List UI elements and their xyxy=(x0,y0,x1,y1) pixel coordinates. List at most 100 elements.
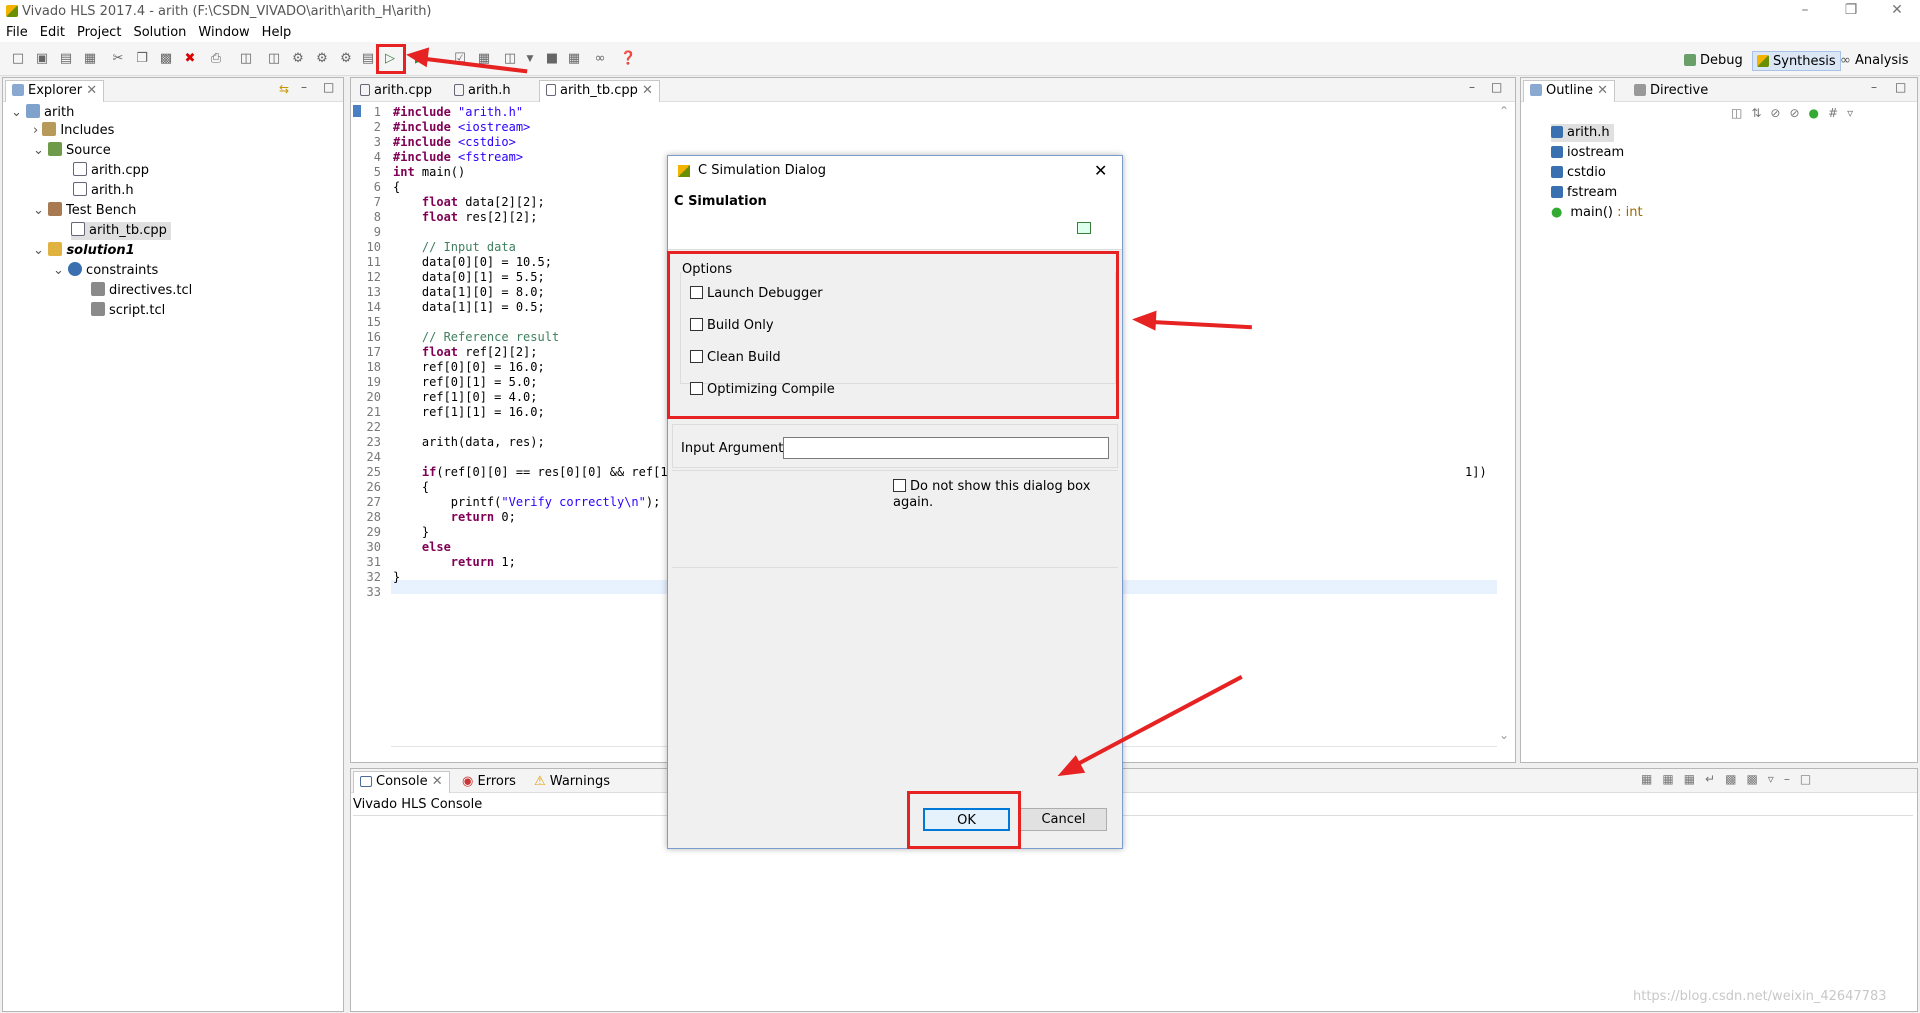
open-report-icon[interactable]: ▤ xyxy=(360,51,376,67)
tree-item-includes[interactable]: › Includes xyxy=(33,122,114,140)
tree-item-arith[interactable]: ⌄ arith xyxy=(11,104,74,122)
close-tab-icon[interactable]: ✕ xyxy=(1597,83,1608,98)
copy-icon[interactable]: ❐ xyxy=(134,51,150,67)
index-source-icon[interactable]: ⚙ xyxy=(314,51,330,67)
menu-window[interactable]: Window xyxy=(198,25,249,40)
tree-item-solution1[interactable]: ⌄ solution1 xyxy=(33,242,135,260)
tree-item-test-bench[interactable]: ⌄ Test Bench xyxy=(33,202,136,220)
maximize-panel-icon[interactable]: □ xyxy=(1895,80,1906,94)
word-wrap-icon[interactable]: ↵ xyxy=(1705,772,1725,786)
new-solution-icon[interactable]: ◫ xyxy=(266,51,282,67)
tab-explorer[interactable]: Explorer ✕ xyxy=(5,80,105,102)
tab-warnings[interactable]: ⚠ Warnings xyxy=(527,771,617,793)
delete-icon[interactable]: ✖ xyxy=(182,51,198,67)
perspective-analysis[interactable]: ∞ Analysis xyxy=(1836,51,1913,71)
close-tab-icon[interactable]: ✕ xyxy=(432,774,443,789)
tab-arith-tb-cpp[interactable]: arith_tb.cpp ✕ xyxy=(539,80,660,102)
outline-item[interactable]: fstream xyxy=(1551,184,1617,202)
clear-console-icon[interactable]: ▦ xyxy=(1641,772,1662,786)
minimize-button[interactable]: – xyxy=(1782,0,1828,22)
minimize-panel-icon[interactable]: – xyxy=(1871,80,1877,94)
outline-item[interactable]: ● main() : int xyxy=(1551,204,1643,222)
chevron-down-icon[interactable]: ⌄ xyxy=(11,105,22,120)
chevron-down-icon[interactable]: ⌄ xyxy=(33,203,44,218)
hide-static-icon[interactable]: ⊘ xyxy=(1789,106,1808,120)
chevron-down-icon[interactable]: ⌄ xyxy=(33,143,44,158)
outline-item[interactable]: iostream xyxy=(1551,144,1624,162)
open-console-icon[interactable]: ▿ xyxy=(1768,772,1784,786)
analysis-icon[interactable]: ∞ xyxy=(592,51,608,67)
scroll-down-icon[interactable]: ⌄ xyxy=(1499,728,1509,742)
restore-button[interactable]: ❐ xyxy=(1828,0,1874,22)
cancel-button[interactable]: Cancel xyxy=(1020,808,1107,831)
layout-icon[interactable]: ▦ xyxy=(566,51,582,67)
save-all-icon[interactable]: ▤ xyxy=(58,51,74,67)
pin-console-icon[interactable]: ▦ xyxy=(1684,772,1705,786)
stop-icon[interactable]: ■ xyxy=(544,51,560,67)
hide-nonpublic-icon[interactable]: ● xyxy=(1809,106,1828,120)
dropdown-arrow-icon[interactable]: ▼ xyxy=(522,51,538,67)
new-console-icon[interactable]: ▩ xyxy=(1746,772,1767,786)
menu-help[interactable]: Help xyxy=(262,25,292,40)
maximize-panel-icon[interactable]: □ xyxy=(1800,772,1821,786)
console-output[interactable] xyxy=(353,815,1913,1007)
scroll-lock-icon[interactable]: ▦ xyxy=(1662,772,1683,786)
minimize-panel-icon[interactable]: – xyxy=(1469,80,1475,94)
close-window-button[interactable]: ✕ xyxy=(1874,0,1920,22)
checkbox-box[interactable] xyxy=(893,479,906,492)
compare-reports-icon[interactable]: ◫ xyxy=(502,51,518,67)
link-editor-icon[interactable]: ⇆ xyxy=(279,82,289,96)
menu-project[interactable]: Project xyxy=(77,25,121,40)
close-dialog-icon[interactable]: ✕ xyxy=(1094,156,1107,186)
save-as-icon[interactable]: ▦ xyxy=(82,51,98,67)
tree-item-arith-tb-cpp[interactable]: arith_tb.cpp xyxy=(71,222,171,240)
view-menu-icon[interactable]: ▿ xyxy=(1847,106,1862,120)
maximize-panel-icon[interactable]: □ xyxy=(1491,80,1502,94)
chevron-down-icon[interactable]: ⌄ xyxy=(53,263,64,278)
save-icon[interactable]: ▣ xyxy=(34,51,50,67)
hide-fields-icon[interactable]: ⊘ xyxy=(1770,106,1789,120)
tree-item-arith-cpp[interactable]: arith.cpp xyxy=(73,162,149,180)
outline-item[interactable]: cstdio xyxy=(1551,164,1606,182)
collapse-all-icon[interactable]: ◫ xyxy=(1731,106,1751,120)
chevron-down-icon[interactable]: ⌄ xyxy=(33,243,44,258)
perspective-synthesis[interactable]: Synthesis xyxy=(1752,51,1841,71)
tab-arith-cpp[interactable]: arith.cpp xyxy=(353,80,439,102)
project-settings-icon[interactable]: ◫ xyxy=(238,51,254,67)
tree-item-script-tcl[interactable]: script.tcl xyxy=(91,302,165,320)
tab-console[interactable]: Console ✕ xyxy=(353,771,450,793)
sort-icon[interactable]: ⇅ xyxy=(1751,106,1770,120)
tree-item-directives-tcl[interactable]: directives.tcl xyxy=(91,282,192,300)
perspective-debug[interactable]: Debug xyxy=(1680,51,1747,71)
maximize-panel-icon[interactable]: □ xyxy=(323,80,334,94)
input-arguments-field[interactable] xyxy=(783,437,1109,459)
paste-icon[interactable]: ▩ xyxy=(158,51,174,67)
tree-item-constraints[interactable]: ⌄ constraints xyxy=(53,262,158,280)
tab-errors[interactable]: ◉ Errors xyxy=(455,771,523,793)
solution-settings-icon[interactable]: ⚙ xyxy=(290,51,306,67)
menu-edit[interactable]: Edit xyxy=(40,25,65,40)
dont-show-again-checkbox[interactable]: Do not show this dialog box again. xyxy=(893,479,1122,510)
tab-outline[interactable]: Outline ✕ xyxy=(1523,80,1616,102)
menu-file[interactable]: File xyxy=(6,25,28,40)
minimize-panel-icon[interactable]: – xyxy=(301,80,307,94)
help-icon[interactable]: ❓ xyxy=(620,51,636,67)
display-console-icon[interactable]: ▩ xyxy=(1725,772,1746,786)
print-icon[interactable]: ⎙ xyxy=(208,51,224,67)
index-cflow-icon[interactable]: ⚙ xyxy=(338,51,354,67)
cut-icon[interactable]: ✂ xyxy=(110,51,126,67)
new-icon[interactable]: □ xyxy=(10,51,26,67)
tree-item-arith-h[interactable]: arith.h xyxy=(73,182,134,200)
tab-directive[interactable]: Directive xyxy=(1627,80,1715,102)
scroll-up-icon[interactable]: ⌃ xyxy=(1499,104,1509,118)
chevron-right-icon[interactable]: › xyxy=(33,123,38,138)
tree-item-source[interactable]: ⌄ Source xyxy=(33,142,111,160)
close-tab-icon[interactable]: ✕ xyxy=(642,83,653,98)
code-area[interactable]: #include "arith.h" #include <iostream> #in… xyxy=(393,105,682,600)
minimize-panel-icon[interactable]: – xyxy=(1784,772,1800,786)
tab-arith-h[interactable]: arith.h xyxy=(447,80,518,102)
outline-item[interactable]: arith.h xyxy=(1551,124,1614,142)
close-tab-icon[interactable]: ✕ xyxy=(86,83,97,98)
hash-icon[interactable]: # xyxy=(1828,106,1847,120)
menu-solution[interactable]: Solution xyxy=(133,25,186,40)
